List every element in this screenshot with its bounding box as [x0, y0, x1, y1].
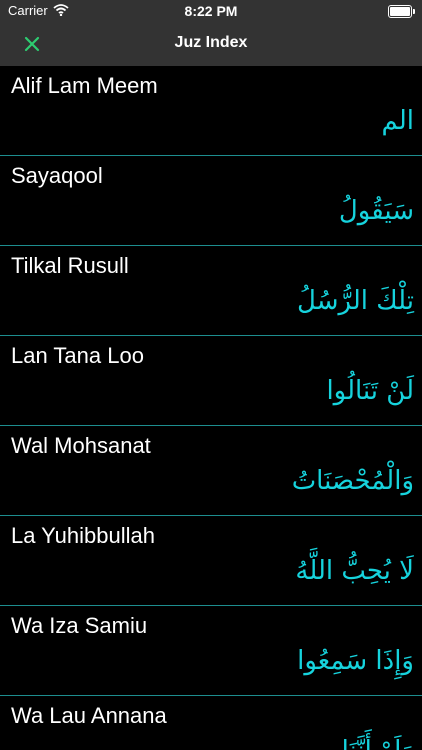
juz-arabic-name: لَنْ تَنَالُوا — [326, 376, 414, 406]
juz-list[interactable]: Alif Lam Meem الم Sayaqool سَيَقُولُ Til… — [0, 66, 422, 750]
juz-arabic-name: الم — [381, 106, 414, 136]
juz-row[interactable]: Wal Mohsanat وَالْمُحْصَنَاتُ — [0, 426, 422, 516]
juz-arabic-name: وَإِذَا سَمِعُوا — [297, 646, 414, 676]
juz-name: Wal Mohsanat — [11, 433, 151, 458]
juz-name: Lan Tana Loo — [11, 343, 144, 368]
juz-arabic-name: وَالْمُحْصَنَاتُ — [291, 466, 414, 496]
juz-row[interactable]: Wa Iza Samiu وَإِذَا سَمِعُوا — [0, 606, 422, 696]
juz-row[interactable]: Sayaqool سَيَقُولُ — [0, 156, 422, 246]
juz-name: Sayaqool — [11, 163, 103, 188]
nav-bar: Juz Index — [0, 22, 422, 66]
juz-name: Tilkal Rusull — [11, 253, 129, 278]
status-bar: Carrier 8:22 PM — [0, 0, 422, 22]
juz-name: La Yuhibbullah — [11, 523, 155, 548]
juz-name: Alif Lam Meem — [11, 73, 158, 98]
juz-row[interactable]: La Yuhibbullah لَا يُحِبُّ اللَّهُ — [0, 516, 422, 606]
juz-row[interactable]: Tilkal Rusull تِلْكَ الرُّسُلُ — [0, 246, 422, 336]
juz-name: Wa Lau Annana — [11, 703, 167, 728]
battery-icon — [388, 5, 415, 18]
juz-row[interactable]: Wa Lau Annana وَلَوْ أَنَّنَا — [0, 696, 422, 750]
juz-arabic-name: لَا يُحِبُّ اللَّهُ — [295, 556, 414, 586]
page-title: Juz Index — [174, 34, 248, 51]
juz-arabic-name: وَلَوْ أَنَّنَا — [342, 736, 414, 750]
juz-arabic-name: سَيَقُولُ — [338, 196, 414, 226]
clock: 8:22 PM — [184, 3, 238, 19]
juz-name: Wa Iza Samiu — [11, 613, 148, 638]
juz-arabic-name: تِلْكَ الرُّسُلُ — [297, 286, 414, 316]
juz-row[interactable]: Lan Tana Loo لَنْ تَنَالُوا — [0, 336, 422, 426]
juz-row[interactable]: Alif Lam Meem الم — [0, 66, 422, 156]
